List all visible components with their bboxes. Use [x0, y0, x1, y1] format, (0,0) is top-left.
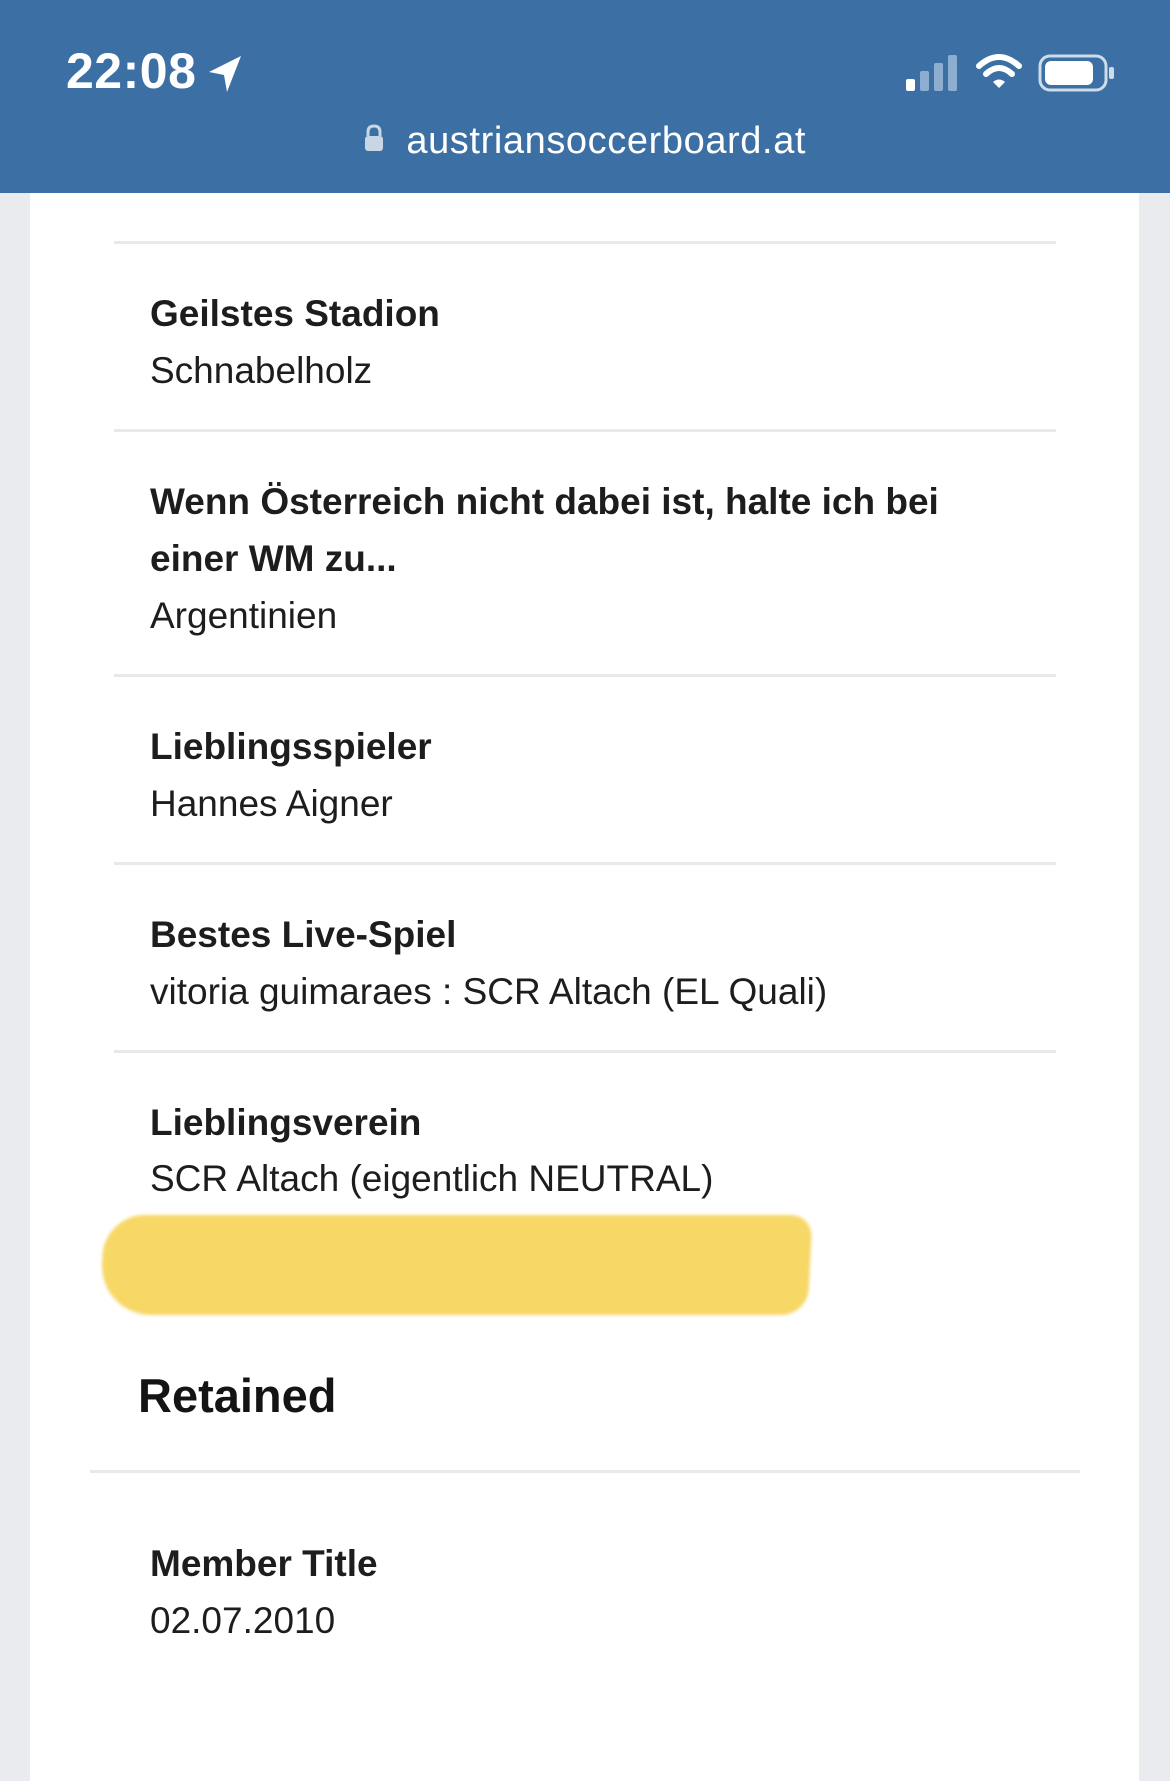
- field-member-title: Member Title 02.07.2010: [114, 1473, 1056, 1663]
- field-label: Lieblingsspieler: [150, 726, 432, 767]
- cellular-signal-icon: [906, 55, 957, 91]
- status-bar: 22:08 austriansoccerboard.at: [0, 0, 1170, 193]
- clipped-previous-field: [114, 193, 1054, 241]
- field-label: Geilstes Stadion: [150, 293, 440, 334]
- field-label: Wenn Österreich nicht dabei ist, halte i…: [150, 481, 939, 579]
- clock-time: 22:08: [66, 43, 197, 99]
- field-geilstes-stadion: Geilstes Stadion Schnabelholz: [114, 241, 1056, 430]
- field-label: Lieblingsverein: [150, 1102, 422, 1143]
- page-url: austriansoccerboard.at: [406, 120, 807, 162]
- field-value: vitoria guimaraes : SCR Altach (EL Quali…: [150, 971, 828, 1012]
- field-value: 02.07.2010: [150, 1600, 336, 1641]
- field-label: Member Title: [150, 1543, 378, 1584]
- field-value: Schnabelholz: [150, 350, 373, 391]
- field-bestes-live-spiel: Bestes Live-Spiel vitoria guimaraes : SC…: [114, 862, 1056, 1051]
- field-value: Argentinien: [150, 595, 338, 636]
- highlighter-mark: [99, 1215, 813, 1315]
- address-bar[interactable]: austriansoccerboard.at: [0, 120, 1170, 176]
- field-value: SCR Altach (eigentlich NEUTRAL): [150, 1158, 714, 1199]
- section-title-retained: Retained: [138, 1369, 337, 1422]
- field-value: Hannes Aigner: [150, 783, 393, 824]
- field-lieblingsspieler: Lieblingsspieler Hannes Aigner: [114, 674, 1056, 863]
- location-arrow-icon: [209, 56, 241, 92]
- profile-card: Geilstes Stadion Schnabelholz Wenn Öster…: [30, 193, 1139, 1781]
- field-wm-team: Wenn Österreich nicht dabei ist, halte i…: [114, 429, 1056, 675]
- field-label: Bestes Live-Spiel: [150, 914, 457, 955]
- wifi-icon: [976, 54, 1022, 88]
- lock-icon: [364, 123, 383, 151]
- battery-icon: [1038, 54, 1114, 92]
